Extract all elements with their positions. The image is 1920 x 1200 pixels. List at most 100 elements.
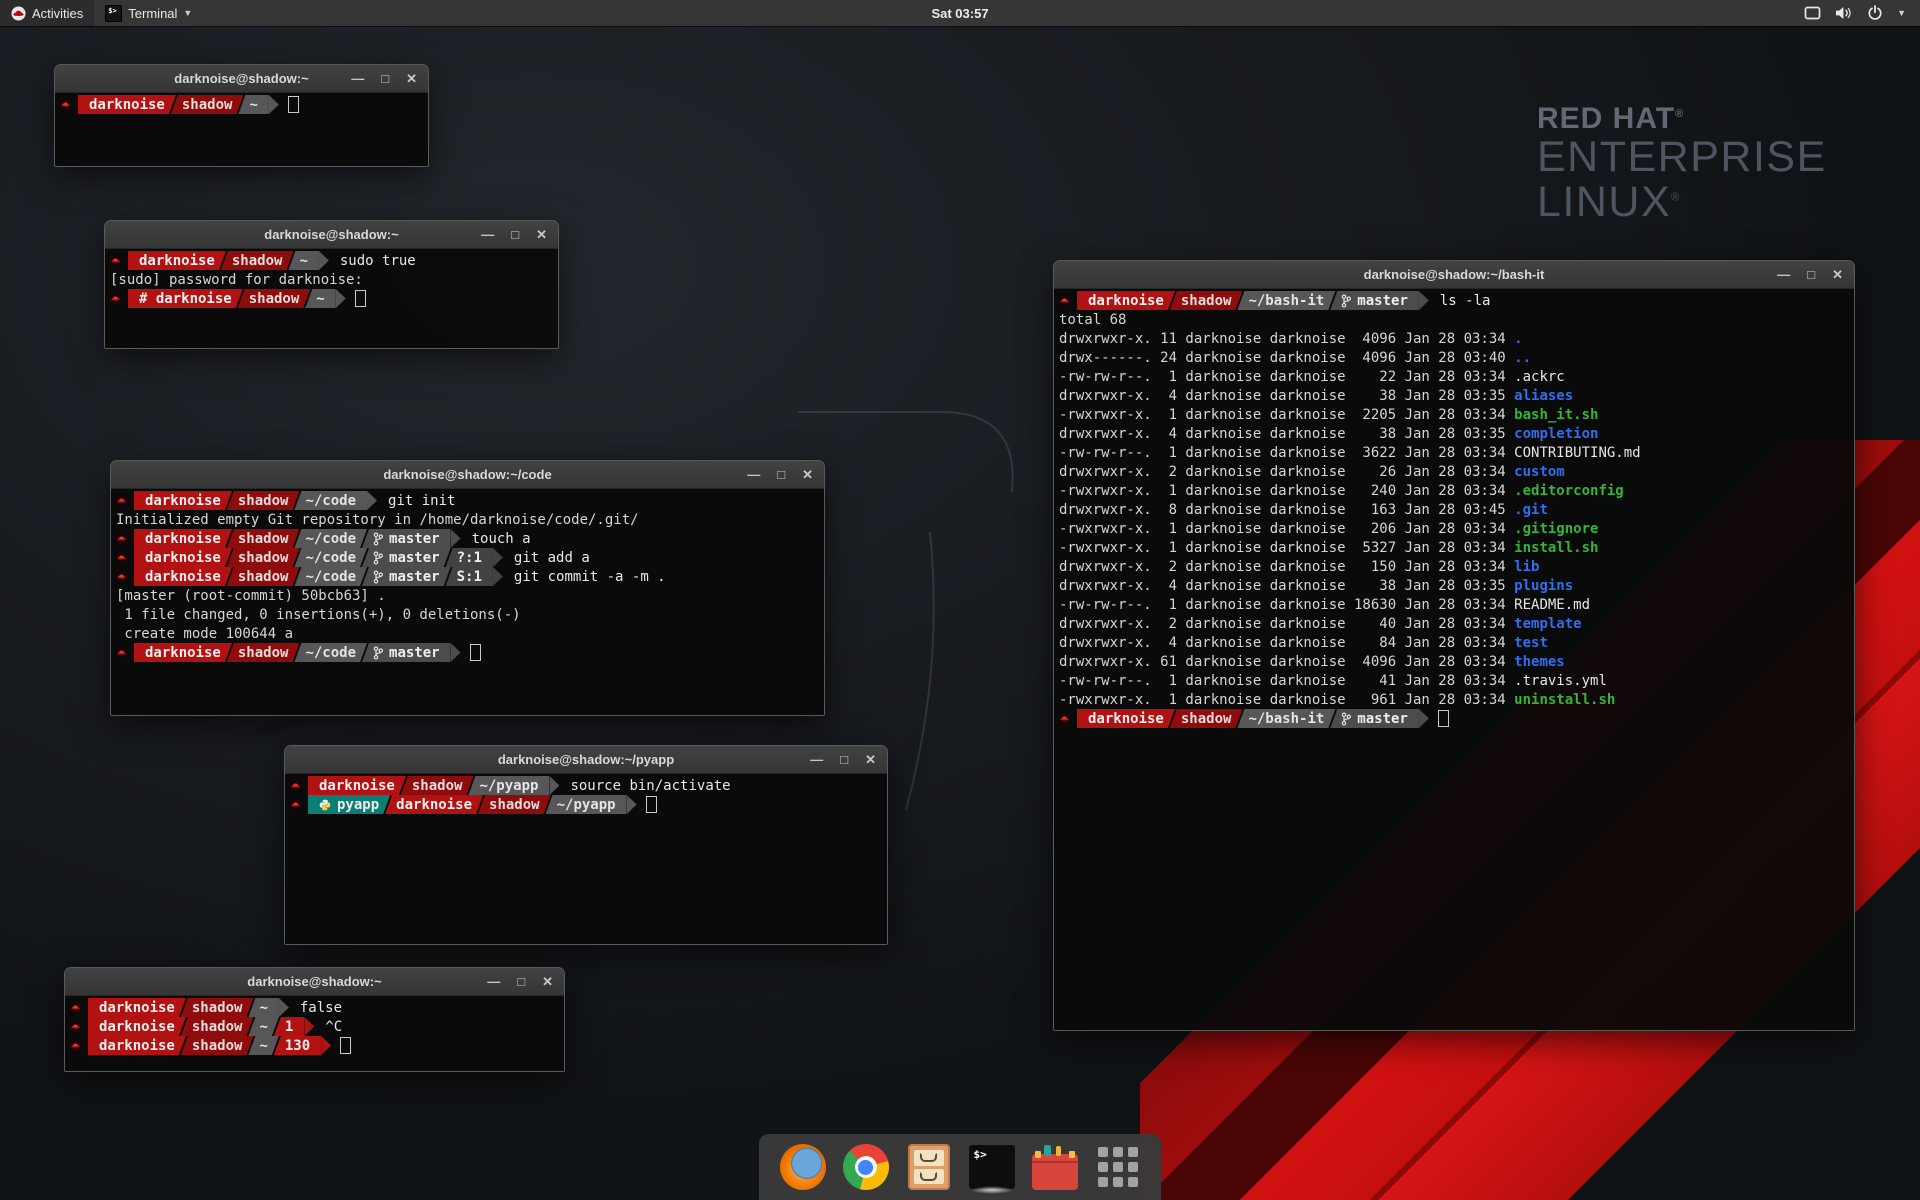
prompt-segment-host: shadow xyxy=(401,776,474,795)
maximize-button[interactable]: □ xyxy=(840,753,848,766)
terminal-content[interactable]: darknoiseshadow~sudo true[sudo] password… xyxy=(105,249,558,348)
window-titlebar[interactable]: darknoise@shadow:~ — □ ✕ xyxy=(105,221,558,249)
close-button[interactable]: ✕ xyxy=(1832,268,1843,281)
redhat-icon xyxy=(115,570,129,584)
segment-text: darknoise xyxy=(145,531,221,547)
app-menu-label: Terminal xyxy=(128,6,177,21)
prompt-segment-user: darknoise xyxy=(88,1036,186,1055)
chrome-icon[interactable] xyxy=(843,1141,889,1193)
minimize-button[interactable]: — xyxy=(351,72,364,85)
ls-entry-meta: drwxrwxr-x. 2 darknoise darknoise 40 Jan… xyxy=(1059,616,1514,632)
toolbox-icon[interactable] xyxy=(1032,1141,1078,1193)
output-line: -rw-rw-r--. 1 darknoise darknoise 41 Jan… xyxy=(1054,671,1854,690)
redhat-icon xyxy=(69,1020,83,1034)
maximize-button[interactable]: □ xyxy=(381,72,389,85)
prompt-segment-host: shadow xyxy=(181,998,254,1017)
window-titlebar[interactable]: darknoise@shadow:~ — □ ✕ xyxy=(55,65,428,93)
ls-entry-meta: -rwxrwxr-x. 1 darknoise darknoise 961 Ja… xyxy=(1059,692,1514,708)
prompt-segment-exit: 1 xyxy=(274,1017,304,1036)
minimize-button[interactable]: — xyxy=(810,753,823,766)
minimize-button[interactable]: — xyxy=(481,228,494,241)
ls-entry-name: completion xyxy=(1514,426,1598,442)
segment-text: shadow xyxy=(182,97,233,113)
clock[interactable]: Sat 03:57 xyxy=(931,6,988,21)
command-text: git add a xyxy=(514,550,590,566)
segment-text: 130 xyxy=(285,1038,310,1054)
prompt-arrow xyxy=(279,998,289,1017)
window-titlebar[interactable]: darknoise@shadow:~/bash-it — □ ✕ xyxy=(1054,261,1854,289)
prompt-arrow xyxy=(493,548,503,567)
redhat-icon xyxy=(115,551,129,565)
output-line: drwxrwxr-x. 61 darknoise darknoise 4096 … xyxy=(1054,652,1854,671)
terminal-content[interactable]: darknoiseshadow~ xyxy=(55,93,428,166)
chrome-logo xyxy=(843,1144,889,1190)
prompt-line: darknoiseshadow~1^C xyxy=(65,1017,564,1036)
prompt-segment-path: ~ xyxy=(248,998,278,1017)
prompt-segment-branch: master xyxy=(362,643,451,662)
ls-entry-meta: -rw-rw-r--. 1 darknoise darknoise 18630 … xyxy=(1059,597,1514,613)
redhat-icon xyxy=(289,798,303,812)
prompt-line: darknoiseshadow~/codemaster xyxy=(111,643,824,662)
close-button[interactable]: ✕ xyxy=(406,72,417,85)
system-status-area[interactable]: ▼ xyxy=(1796,0,1914,26)
close-button[interactable]: ✕ xyxy=(865,753,876,766)
segment-text: shadow xyxy=(238,531,289,547)
maximize-button[interactable]: □ xyxy=(777,468,785,481)
prompt-line: darknoiseshadow~/bash-itmasterls -la xyxy=(1054,291,1854,310)
maximize-button[interactable]: □ xyxy=(511,228,519,241)
prompt-segment-user: darknoise xyxy=(88,1017,186,1036)
activities-label: Activities xyxy=(32,6,83,21)
terminal-content[interactable]: darknoiseshadow~/pyappsource bin/activat… xyxy=(285,774,887,944)
segment-text: ~/pyapp xyxy=(479,778,538,794)
close-button[interactable]: ✕ xyxy=(536,228,547,241)
prompt-segment-path: ~/code xyxy=(294,491,367,510)
command-text: touch a xyxy=(472,531,531,547)
ls-entry-meta: drwxrwxr-x. 4 darknoise darknoise 84 Jan… xyxy=(1059,635,1514,651)
segment-text: master xyxy=(1357,711,1408,727)
top-bar: Activities $> Terminal ▼ Sat 03:57 ▼ xyxy=(0,0,1920,26)
output-line: -rwxrwxr-x. 1 darknoise darknoise 5327 J… xyxy=(1054,538,1854,557)
output-line: [sudo] password for darknoise: xyxy=(105,270,558,289)
maximize-button[interactable]: □ xyxy=(517,975,525,988)
segment-text: shadow xyxy=(1181,711,1232,727)
running-indicator xyxy=(971,1186,1013,1194)
ls-entry-meta: drwx------. 24 darknoise darknoise 4096 … xyxy=(1059,350,1514,366)
minimize-button[interactable]: — xyxy=(1777,268,1790,281)
close-button[interactable]: ✕ xyxy=(802,468,813,481)
window-titlebar[interactable]: darknoise@shadow:~ — □ ✕ xyxy=(65,968,564,996)
command-text: ls -la xyxy=(1440,293,1491,309)
ls-entry-name: bash_it.sh xyxy=(1514,407,1598,423)
ls-entry-name: template xyxy=(1514,616,1581,632)
terminal-content[interactable]: darknoiseshadow~/codegit initInitialized… xyxy=(111,489,824,715)
terminal-app-icon: $> xyxy=(105,5,122,22)
app-grid-icon[interactable] xyxy=(1095,1141,1141,1193)
segment-text: master xyxy=(1357,293,1408,309)
minimize-button[interactable]: — xyxy=(487,975,500,988)
prompt-segment-host: shadow xyxy=(238,289,311,308)
ls-entry-name: .. xyxy=(1514,350,1531,366)
segment-text: shadow xyxy=(489,797,540,813)
file-cabinet xyxy=(908,1144,950,1190)
terminal-content[interactable]: darknoiseshadow~falsedarknoiseshadow~1^C… xyxy=(65,996,564,1071)
terminal-icon[interactable]: $> xyxy=(969,1141,1015,1193)
window-titlebar[interactable]: darknoise@shadow:~/code — □ ✕ xyxy=(111,461,824,489)
terminal-logo: $> xyxy=(969,1145,1015,1189)
app-menu-terminal[interactable]: $> Terminal ▼ xyxy=(94,0,203,26)
firefox-icon[interactable] xyxy=(780,1141,826,1193)
maximize-button[interactable]: □ xyxy=(1807,268,1815,281)
files-icon[interactable] xyxy=(906,1141,952,1193)
output-line: [master (root-commit) 50bcb63] . xyxy=(111,586,824,605)
segment-text: # darknoise xyxy=(139,291,232,307)
ls-entry-meta: -rwxrwxr-x. 1 darknoise darknoise 5327 J… xyxy=(1059,540,1514,556)
prompt-segment-user: darknoise xyxy=(128,251,226,270)
close-button[interactable]: ✕ xyxy=(542,975,553,988)
terminal-content[interactable]: darknoiseshadow~/bash-itmasterls -latota… xyxy=(1054,289,1854,1030)
prompt-segment-host: shadow xyxy=(171,95,244,114)
prompt-line: darknoiseshadow~/pyappsource bin/activat… xyxy=(285,776,887,795)
minimize-button[interactable]: — xyxy=(747,468,760,481)
prompt-segment-user: darknoise xyxy=(88,998,186,1017)
activities-button[interactable]: Activities xyxy=(0,0,94,26)
prompt-segment-user: # darknoise xyxy=(128,289,243,308)
prompt-arrow xyxy=(1419,291,1429,310)
window-titlebar[interactable]: darknoise@shadow:~/pyapp — □ ✕ xyxy=(285,746,887,774)
